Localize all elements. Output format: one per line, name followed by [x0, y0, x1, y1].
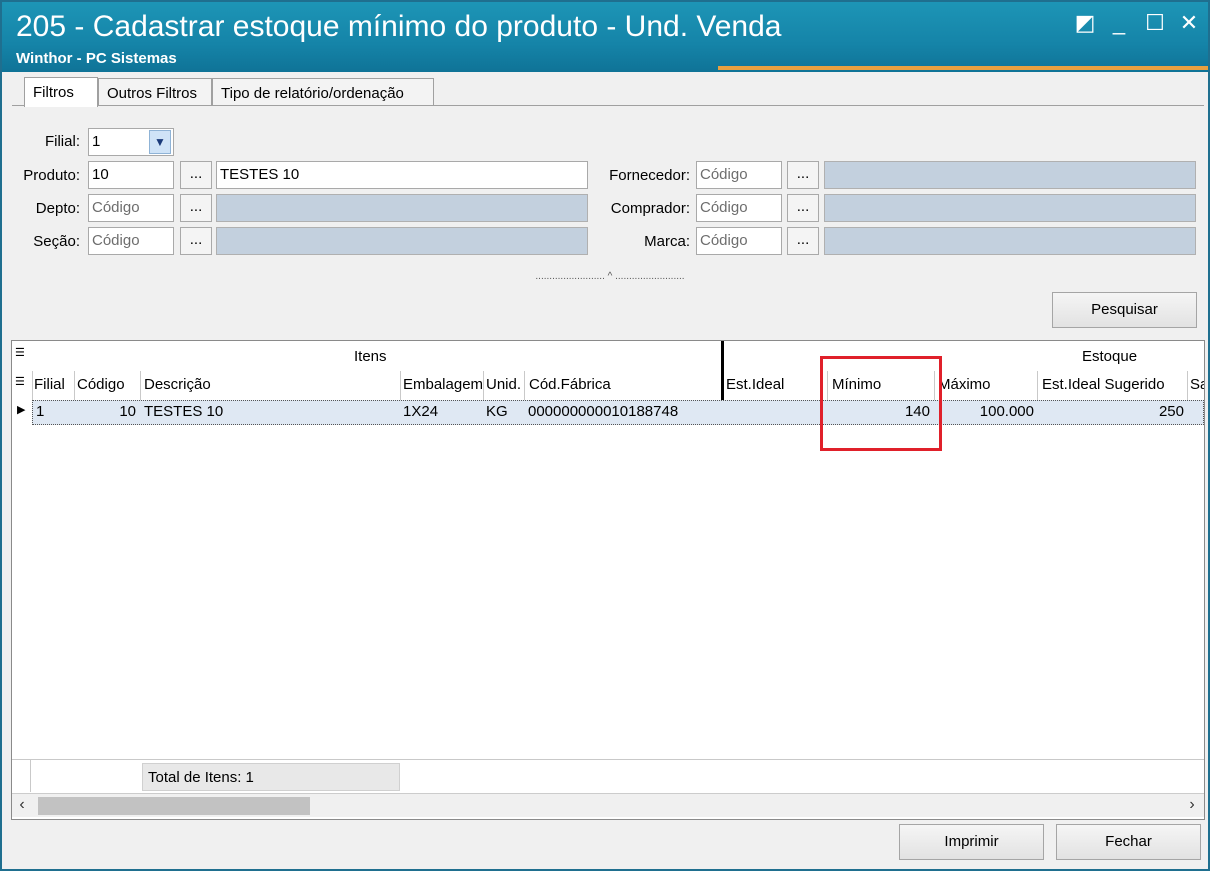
scroll-right-icon[interactable]: › [1182, 794, 1202, 818]
col-unid[interactable]: Unid. [486, 376, 522, 393]
restore-icon[interactable]: ◩ [1070, 8, 1100, 38]
col-est-ideal[interactable]: Est.Ideal [726, 376, 784, 393]
highlight-box [820, 356, 942, 451]
group-header-itens: Itens [354, 348, 387, 365]
total-items-label: Total de Itens: 1 [142, 763, 400, 791]
secao-label: Seção: [33, 233, 80, 250]
tab-strip: Filtros Outros Filtros Tipo de relatório… [12, 77, 1202, 107]
depto-code-input[interactable]: Código [88, 194, 174, 222]
scroll-thumb[interactable] [38, 797, 310, 815]
cell-est-ideal-sugerido[interactable]: 250 [1040, 403, 1184, 420]
col-cod-fabrica[interactable]: Cód.Fábrica [529, 376, 611, 393]
cell-maximo[interactable]: 100.000 [936, 403, 1034, 420]
marca-description-field [824, 227, 1196, 255]
cell-unid[interactable]: KG [486, 403, 508, 420]
fornecedor-description-field [824, 161, 1196, 189]
minimize-icon[interactable]: _ [1104, 8, 1134, 38]
scroll-left-icon[interactable]: ‹ [12, 794, 32, 818]
panel-splitter[interactable]: ......................... ^ ............… [430, 271, 790, 283]
cell-cod-fabrica[interactable]: 000000000010188748 [528, 403, 678, 420]
tab-outros-filtros[interactable]: Outros Filtros [98, 78, 212, 106]
imprimir-button[interactable]: Imprimir [899, 824, 1044, 860]
window-subtitle: Winthor - PC Sistemas [16, 50, 177, 67]
fornecedor-code-input[interactable]: Código [696, 161, 782, 189]
col-sa[interactable]: Sa [1190, 376, 1204, 393]
cell-codigo[interactable]: 10 [74, 403, 136, 420]
produto-label: Produto: [23, 167, 80, 184]
col-embalagem[interactable]: Embalagem [403, 376, 483, 393]
cell-filial[interactable]: 1 [36, 403, 44, 420]
produto-search-button[interactable]: ... [180, 161, 212, 189]
marca-label: Marca: [644, 233, 690, 250]
close-icon[interactable]: ✕ [1174, 8, 1204, 38]
produto-code-input[interactable]: 10 [88, 161, 174, 189]
col-codigo[interactable]: Código [77, 376, 125, 393]
produto-description-input[interactable]: TESTES 10 [216, 161, 588, 189]
comprador-description-field [824, 194, 1196, 222]
secao-code-input[interactable]: Código [88, 227, 174, 255]
title-bar: 205 - Cadastrar estoque mínimo do produt… [2, 2, 1208, 72]
comprador-code-input[interactable]: Código [696, 194, 782, 222]
col-filial[interactable]: Filial [34, 376, 65, 393]
depto-search-button[interactable]: ... [180, 194, 212, 222]
items-grid: ☰ Itens Estoque ☰ Filial Código Descriçã… [11, 340, 1205, 820]
chevron-down-icon[interactable]: ▼ [149, 130, 171, 154]
secao-search-button[interactable]: ... [180, 227, 212, 255]
group-header-estoque: Estoque [1082, 348, 1138, 365]
fornecedor-label: Fornecedor: [609, 167, 690, 184]
depto-label: Depto: [35, 200, 80, 217]
footer-divider [12, 759, 1204, 760]
pesquisar-button[interactable]: Pesquisar [1052, 292, 1197, 328]
row-indicator-icon: ▶ [17, 404, 26, 416]
fechar-button[interactable]: Fechar [1056, 824, 1201, 860]
window-title: 205 - Cadastrar estoque mínimo do produt… [16, 10, 782, 43]
comprador-search-button[interactable]: ... [787, 194, 819, 222]
marca-code-input[interactable]: Código [696, 227, 782, 255]
horizontal-scrollbar[interactable]: ‹ › [12, 793, 1204, 817]
depto-description-field [216, 194, 588, 222]
col-descricao[interactable]: Descrição [144, 376, 211, 393]
cell-embalagem[interactable]: 1X24 [403, 403, 438, 420]
secao-description-field [216, 227, 588, 255]
cell-descricao[interactable]: TESTES 10 [144, 403, 223, 420]
title-accent [718, 66, 1208, 70]
footer-divider-v [30, 759, 31, 792]
row-header-icon: ☰ [15, 376, 25, 388]
comprador-label: Comprador: [610, 200, 690, 217]
tab-filtros[interactable]: Filtros [24, 77, 98, 107]
col-maximo[interactable]: Máximo [938, 376, 991, 393]
col-est-ideal-sugerido[interactable]: Est.Ideal Sugerido [1042, 376, 1165, 393]
fornecedor-search-button[interactable]: ... [787, 161, 819, 189]
tab-tipo-relatorio[interactable]: Tipo de relatório/ordenação [212, 78, 434, 106]
main-window: 205 - Cadastrar estoque mínimo do produt… [0, 0, 1210, 871]
marca-search-button[interactable]: ... [787, 227, 819, 255]
maximize-icon[interactable]: ☐ [1140, 8, 1170, 38]
filial-label: Filial: [44, 133, 80, 150]
column-chooser-icon[interactable]: ☰ [15, 346, 25, 359]
